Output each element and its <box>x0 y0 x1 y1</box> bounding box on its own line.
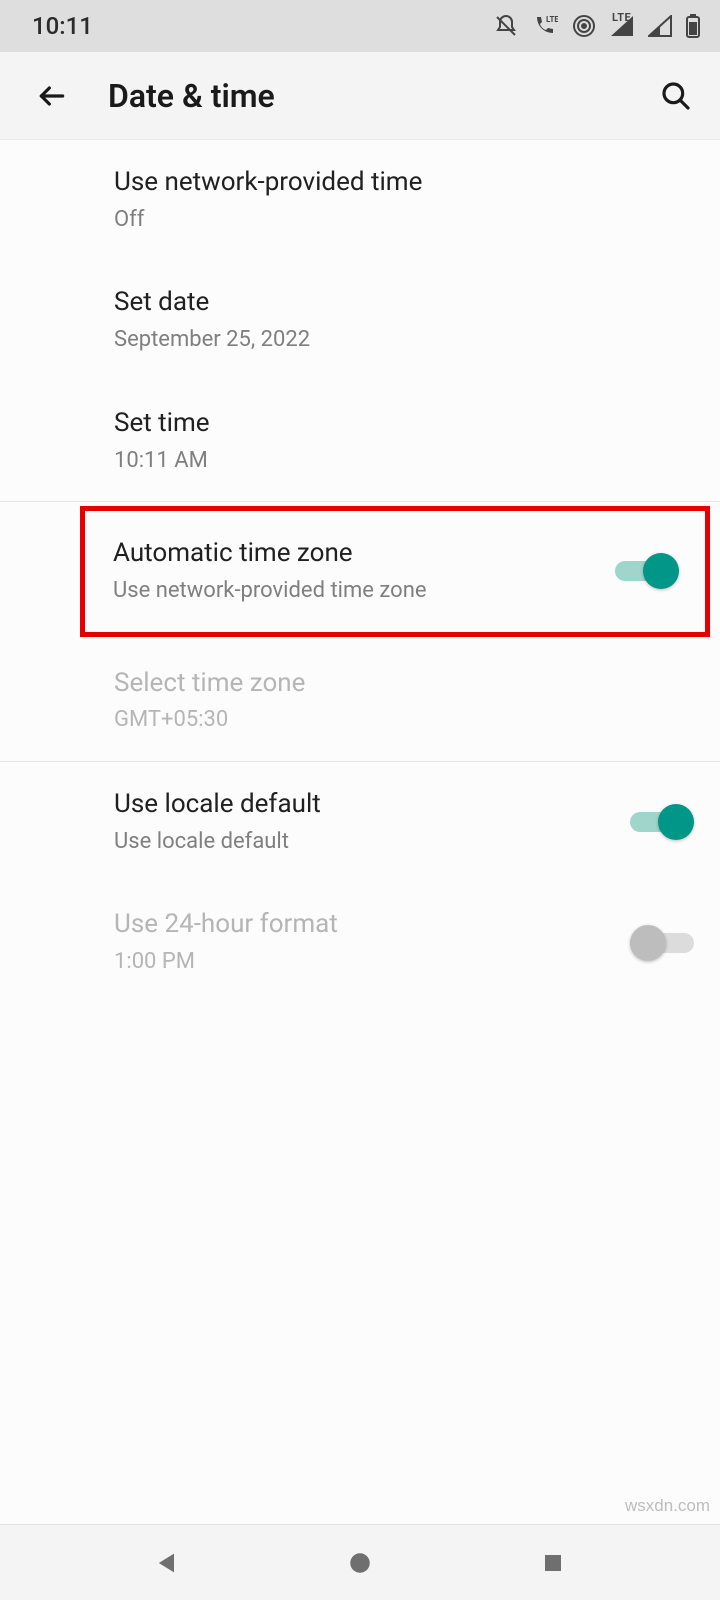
row-set-date[interactable]: Set date September 25, 2022 <box>0 260 720 380</box>
switch-automatic-time-zone[interactable] <box>615 553 679 589</box>
row-subtitle: 10:11 AM <box>114 447 696 476</box>
back-button[interactable] <box>28 72 76 120</box>
hotspot-icon <box>572 14 596 38</box>
settings-list: Use network-provided time Off Set date S… <box>0 140 720 1524</box>
svg-text:LTE: LTE <box>546 15 558 24</box>
row-automatic-time-zone[interactable]: Automatic time zone Use network-provided… <box>85 511 705 631</box>
row-subtitle: Off <box>114 206 696 235</box>
search-button[interactable] <box>652 72 700 120</box>
row-title: Set date <box>114 286 696 320</box>
row-subtitle: Use locale default <box>114 828 600 857</box>
row-select-time-zone: Select time zone GMT+05:30 <box>0 641 720 761</box>
status-bar: 10:11 LTE LTE <box>0 0 720 52</box>
row-title: Select time zone <box>114 667 696 701</box>
row-title: Use 24-hour format <box>114 908 600 942</box>
row-title: Use network-provided time <box>114 166 696 200</box>
nav-home-button[interactable] <box>320 1539 400 1587</box>
volte-call-icon: LTE <box>532 14 558 38</box>
row-set-time[interactable]: Set time 10:11 AM <box>0 381 720 501</box>
row-title: Set time <box>114 407 696 441</box>
row-subtitle: September 25, 2022 <box>114 326 696 355</box>
dnd-off-icon <box>494 14 518 38</box>
divider <box>0 501 720 502</box>
switch-24-hour <box>630 925 694 961</box>
page-title: Date & time <box>108 77 652 115</box>
nav-back-button[interactable] <box>127 1539 207 1587</box>
navigation-bar <box>0 1524 720 1600</box>
row-title: Use locale default <box>114 788 600 822</box>
signal-2-icon <box>648 15 672 37</box>
row-subtitle: Use network-provided time zone <box>113 577 585 606</box>
app-bar: Date & time <box>0 52 720 140</box>
battery-icon <box>686 14 700 38</box>
watermark: wsxdn.com <box>625 1496 710 1516</box>
row-use-locale-default[interactable]: Use locale default Use locale default <box>0 762 720 882</box>
row-use-network-time[interactable]: Use network-provided time Off <box>0 140 720 260</box>
row-subtitle: 1:00 PM <box>114 948 600 977</box>
status-icons: LTE LTE <box>494 14 700 38</box>
status-time: 10:11 <box>32 12 93 40</box>
row-24-hour-format: Use 24-hour format 1:00 PM <box>0 882 720 1002</box>
row-subtitle: GMT+05:30 <box>114 706 696 735</box>
signal-1-icon: LTE <box>610 15 634 37</box>
switch-locale-default[interactable] <box>630 804 694 840</box>
row-title: Automatic time zone <box>113 537 585 571</box>
highlight-box: Automatic time zone Use network-provided… <box>80 506 710 636</box>
nav-recent-button[interactable] <box>513 1539 593 1587</box>
